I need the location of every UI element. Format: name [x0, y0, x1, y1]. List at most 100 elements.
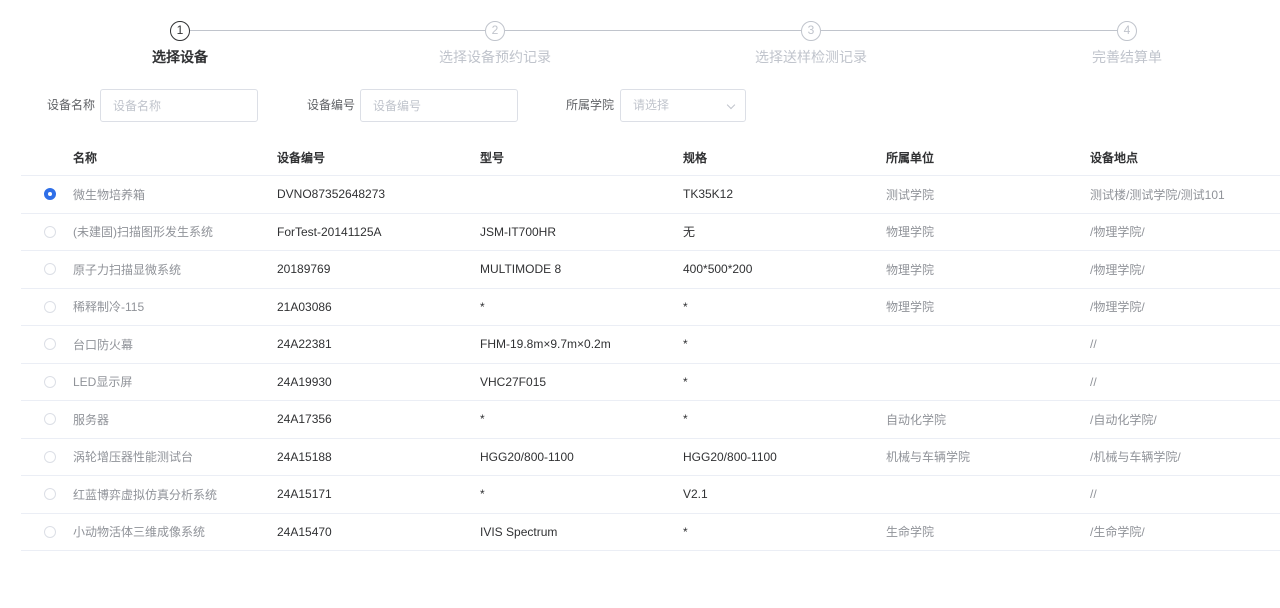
- cell-model: *: [480, 487, 485, 502]
- cell-location: /机械与车辆学院/: [1090, 450, 1181, 465]
- table-row[interactable]: 红蓝博弈虚拟仿真分析系统 24A15171 * V2.1 //: [21, 476, 1280, 514]
- cell-location: 测试楼/测试学院/测试101: [1090, 187, 1225, 202]
- table-body: 微生物培养箱 DVNO87352648273 TK35K12 测试学院 测试楼/测试学院…: [21, 176, 1280, 551]
- step-title: 选择设备预约记录: [439, 49, 551, 65]
- cell-code: 24A19930: [277, 374, 332, 389]
- column-header-location: 设备地点: [1090, 150, 1139, 165]
- column-header-spec: 规格: [683, 150, 708, 165]
- step-3: 3 选择送样检测记录: [711, 20, 911, 67]
- cell-location: /物理学院/: [1090, 225, 1145, 240]
- step-title: 完善结算单: [1092, 49, 1162, 65]
- cell-model: HGG20/800-1100: [480, 449, 574, 464]
- table-row[interactable]: 台口防火幕 24A22381 FHM-19.8m×9.7m×0.2m * //: [21, 326, 1280, 364]
- column-header-name: 名称: [73, 150, 98, 165]
- row-radio[interactable]: [44, 225, 56, 238]
- cell-location: /自动化学院/: [1090, 412, 1157, 427]
- table-row[interactable]: 服务器 24A17356 * * 自动化学院/自动化学院/: [21, 401, 1280, 439]
- cell-model: FHM-19.8m×9.7m×0.2m: [480, 337, 611, 352]
- table-row[interactable]: 涡轮增压器性能测试台 24A15188 HGG20/800-1100 HGG20/80…: [21, 439, 1280, 476]
- cell-code: DVNO87352648273: [277, 187, 386, 202]
- row-radio[interactable]: [44, 450, 56, 463]
- cell-name: 原子力扫描显微系统: [73, 262, 182, 277]
- cell-name: 稀释制冷-115: [73, 300, 145, 315]
- college-label: 所属学院: [566, 98, 615, 112]
- cell-unit: [886, 364, 1090, 401]
- cell-name: 小动物活体三维成像系统: [73, 525, 206, 540]
- cell-name: LED显示屏: [73, 375, 133, 390]
- row-select-cell: [21, 439, 73, 476]
- row-radio[interactable]: [44, 413, 56, 426]
- cell-unit: 物理学院: [886, 225, 935, 240]
- cell-model: JSM-IT700HR: [480, 224, 557, 239]
- college-select[interactable]: 请选择: [620, 89, 746, 122]
- row-radio[interactable]: [44, 300, 56, 313]
- college-select-placeholder: 请选择: [633, 98, 670, 112]
- cell-code: 24A17356: [277, 412, 332, 427]
- table-header: 名称 设备编号 型号 规格 所属单位 设备地点: [21, 139, 1280, 176]
- step-title: 选择设备: [152, 49, 208, 65]
- device-code-label: 设备编号: [307, 98, 356, 112]
- row-select-cell: [21, 514, 73, 551]
- step-2: 2 选择设备预约记录: [395, 20, 595, 67]
- step-number: 4: [1117, 21, 1137, 41]
- cell-location: /物理学院/: [1090, 300, 1145, 315]
- cell-name: 红蓝博弈虚拟仿真分析系统: [73, 487, 218, 502]
- cell-spec: *: [683, 374, 688, 389]
- cell-unit: [886, 476, 1090, 513]
- cell-model: *: [480, 299, 485, 314]
- cell-spec: TK35K12: [683, 187, 734, 202]
- cell-model: [480, 176, 683, 213]
- cell-unit: [886, 326, 1090, 363]
- cell-location: /物理学院/: [1090, 262, 1145, 277]
- row-select-cell: [21, 214, 73, 251]
- table-row[interactable]: LED显示屏 24A19930 VHC27F015 * //: [21, 364, 1280, 401]
- header-select-cell: [21, 139, 73, 175]
- cell-spec: *: [683, 299, 688, 314]
- table-row[interactable]: (未建固)扫描图形发生系统 ForTest-20141125A JSM-IT700H…: [21, 214, 1280, 251]
- cell-unit: 自动化学院: [886, 412, 947, 427]
- column-header-unit: 所属单位: [886, 150, 935, 165]
- cell-name: 台口防火幕: [73, 337, 134, 352]
- step-1: 1 选择设备: [80, 20, 280, 67]
- filter-form: 设备名称 设备编号 所属学院 请选择: [0, 89, 1280, 123]
- column-header-model: 型号: [480, 150, 505, 165]
- cell-unit: 物理学院: [886, 300, 935, 315]
- table-row[interactable]: 稀释制冷-115 21A03086 * * 物理学院/物理学院/: [21, 289, 1280, 326]
- device-name-label: 设备名称: [47, 98, 96, 112]
- cell-location: /生命学院/: [1090, 525, 1145, 540]
- cell-unit: 测试学院: [886, 187, 935, 202]
- table-row[interactable]: 微生物培养箱 DVNO87352648273 TK35K12 测试学院 测试楼/测试学院…: [21, 176, 1280, 214]
- table-row[interactable]: 小动物活体三维成像系统 24A15470 IVIS Spectrum * 生命学院/生命…: [21, 514, 1280, 551]
- steps-bar: 1 选择设备 2 选择设备预约记录 3 选择送样检测记录 4 完善结算单: [0, 0, 1280, 80]
- cell-name: 微生物培养箱: [73, 187, 146, 202]
- cell-code: 24A15470: [277, 524, 332, 539]
- table-row[interactable]: 原子力扫描显微系统 20189769 MULTIMODE 8 400*500*200 物…: [21, 251, 1280, 289]
- cell-unit: 物理学院: [886, 262, 935, 277]
- step-4: 4 完善结算单: [1027, 20, 1227, 67]
- row-radio[interactable]: [44, 525, 56, 538]
- device-name-input[interactable]: [100, 89, 258, 122]
- row-radio[interactable]: [44, 188, 56, 201]
- row-select-cell: [21, 476, 73, 513]
- row-radio[interactable]: [44, 488, 56, 501]
- row-select-cell: [21, 289, 73, 326]
- device-table: 名称 设备编号 型号 规格 所属单位 设备地点 微生物培养箱 DVNO873526…: [21, 139, 1280, 551]
- chevron-down-icon: [726, 100, 736, 110]
- row-select-cell: [21, 251, 73, 288]
- cell-spec: *: [683, 524, 688, 539]
- cell-spec: *: [683, 412, 688, 427]
- cell-unit: 生命学院: [886, 525, 935, 540]
- step-number: 1: [170, 21, 190, 41]
- cell-code: 24A15188: [277, 449, 332, 464]
- cell-spec: 无: [683, 225, 696, 240]
- row-radio[interactable]: [44, 338, 56, 351]
- row-radio[interactable]: [44, 263, 56, 276]
- row-radio[interactable]: [44, 375, 56, 388]
- device-code-input[interactable]: [360, 89, 518, 122]
- step-title: 选择送样检测记录: [755, 49, 867, 65]
- cell-location: //: [1090, 487, 1097, 502]
- cell-code: 21A03086: [277, 299, 332, 314]
- cell-code: 24A15171: [277, 487, 332, 502]
- cell-model: VHC27F015: [480, 374, 547, 389]
- row-select-cell: [21, 401, 73, 438]
